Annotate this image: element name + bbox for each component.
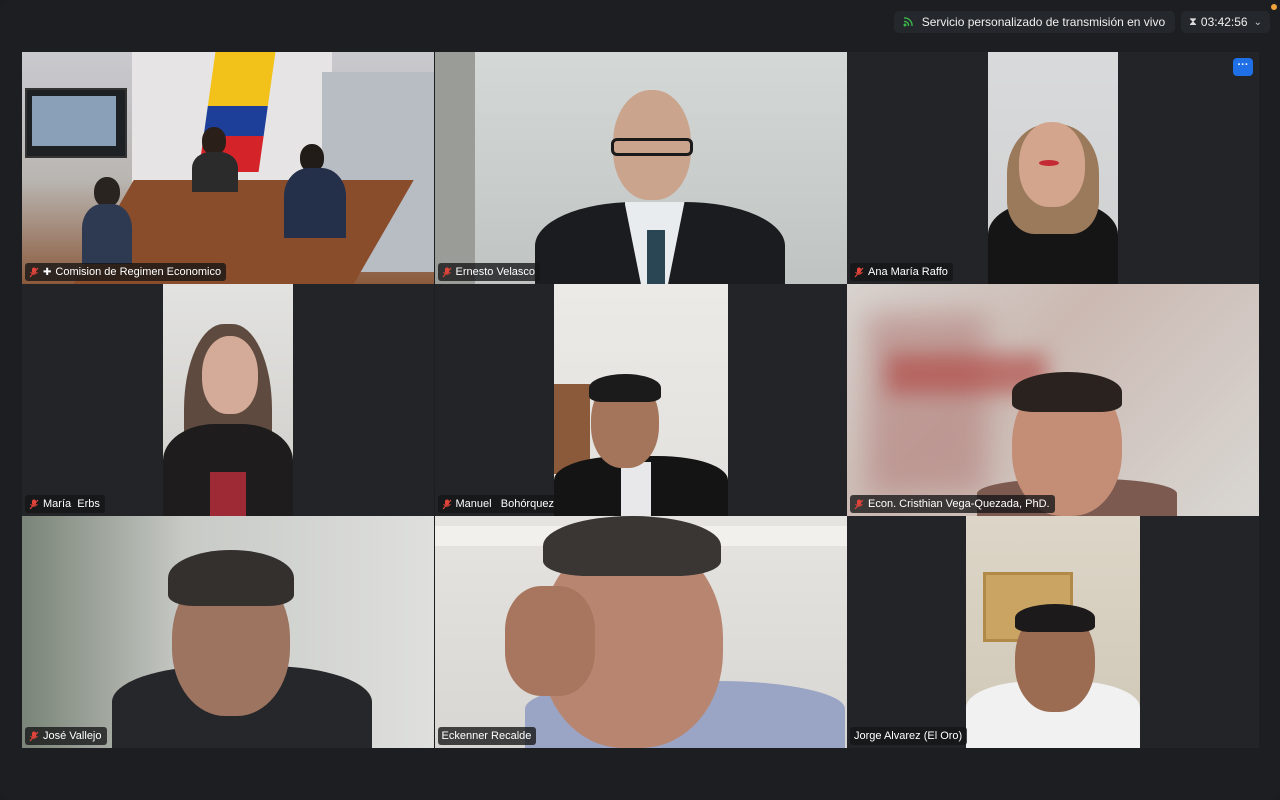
video-feed	[434, 284, 847, 516]
video-feed	[434, 516, 847, 748]
video-feed	[847, 284, 1259, 516]
mic-muted-icon	[29, 267, 39, 277]
more-options-button[interactable]: ···	[1233, 58, 1253, 76]
timer-value: 03:42:56	[1200, 15, 1248, 29]
video-tile[interactable]: ✚ Comision de Regimen Economico	[22, 52, 434, 284]
signal-icon	[903, 17, 913, 27]
video-feed	[434, 52, 847, 284]
video-feed	[847, 516, 1259, 748]
video-feed	[22, 516, 434, 748]
video-tile[interactable]: María Erbs	[22, 284, 434, 516]
mic-muted-icon	[29, 731, 39, 741]
video-feed	[22, 52, 434, 284]
participant-name-tag: Econ. Cristhian Vega-Quezada, PhD.	[850, 495, 1055, 513]
mic-muted-icon	[29, 499, 39, 509]
mic-muted-icon	[442, 267, 451, 277]
participant-name-tag: Ana María Raffo	[850, 263, 953, 281]
participant-name: Comision de Regimen Economico	[55, 266, 222, 278]
participant-name: Ernesto Velasco	[455, 266, 536, 278]
mic-muted-icon	[854, 499, 864, 509]
live-stream-label: Servicio personalizado de transmisión en…	[921, 15, 1166, 29]
meeting-window: Servicio personalizado de transmisión en…	[0, 0, 1280, 800]
participant-name-tag: ✚ Comision de Regimen Economico	[25, 263, 227, 281]
video-tile[interactable]: Eckenner Recalde	[434, 516, 847, 748]
participant-name: Eckenner Recalde	[441, 730, 532, 742]
participant-name: Econ. Cristhian Vega-Quezada, PhD.	[868, 498, 1050, 510]
recording-indicator	[1271, 4, 1277, 10]
hourglass-icon: ⧗	[1189, 15, 1197, 28]
video-tile[interactable]: Econ. Cristhian Vega-Quezada, PhD.	[847, 284, 1259, 516]
participant-name-tag: Ernesto Velasco	[437, 263, 540, 281]
video-feed	[847, 52, 1259, 284]
participant-name: Manuel Bohórquez	[455, 498, 554, 510]
participant-name: Jorge Alvarez (El Oro)	[854, 730, 963, 742]
live-stream-button[interactable]: Servicio personalizado de transmisión en…	[893, 11, 1176, 33]
participant-name-tag: José Vallejo	[25, 727, 107, 745]
video-tile[interactable]: Ernesto Velasco	[434, 52, 847, 284]
video-tile[interactable]: Manuel Bohórquez	[434, 284, 847, 516]
participant-name-tag: Jorge Alvarez (El Oro)	[850, 727, 968, 745]
participant-name: José Vallejo	[43, 730, 102, 742]
participant-name-tag: Manuel Bohórquez	[437, 495, 559, 513]
participant-name: Ana María Raffo	[868, 266, 948, 278]
participant-name: María Erbs	[43, 498, 100, 510]
pin-icon: ✚	[43, 266, 52, 278]
mic-muted-icon	[854, 267, 864, 277]
mic-muted-icon	[442, 499, 451, 509]
top-toolbar: Servicio personalizado de transmisión en…	[893, 10, 1270, 34]
participant-name-tag: María Erbs	[25, 495, 105, 513]
video-tile[interactable]: José Vallejo	[22, 516, 434, 748]
video-feed	[22, 284, 434, 516]
meeting-timer[interactable]: ⧗ 03:42:56 ⌄	[1181, 11, 1270, 33]
video-grid: ✚ Comision de Regimen Economico Ernesto …	[22, 52, 1259, 748]
video-tile[interactable]: ··· Ana María Raffo	[847, 52, 1259, 284]
video-tile[interactable]: Jorge Alvarez (El Oro)	[847, 516, 1259, 748]
chevron-down-icon: ⌄	[1253, 16, 1262, 28]
participant-name-tag: Eckenner Recalde	[437, 727, 537, 745]
